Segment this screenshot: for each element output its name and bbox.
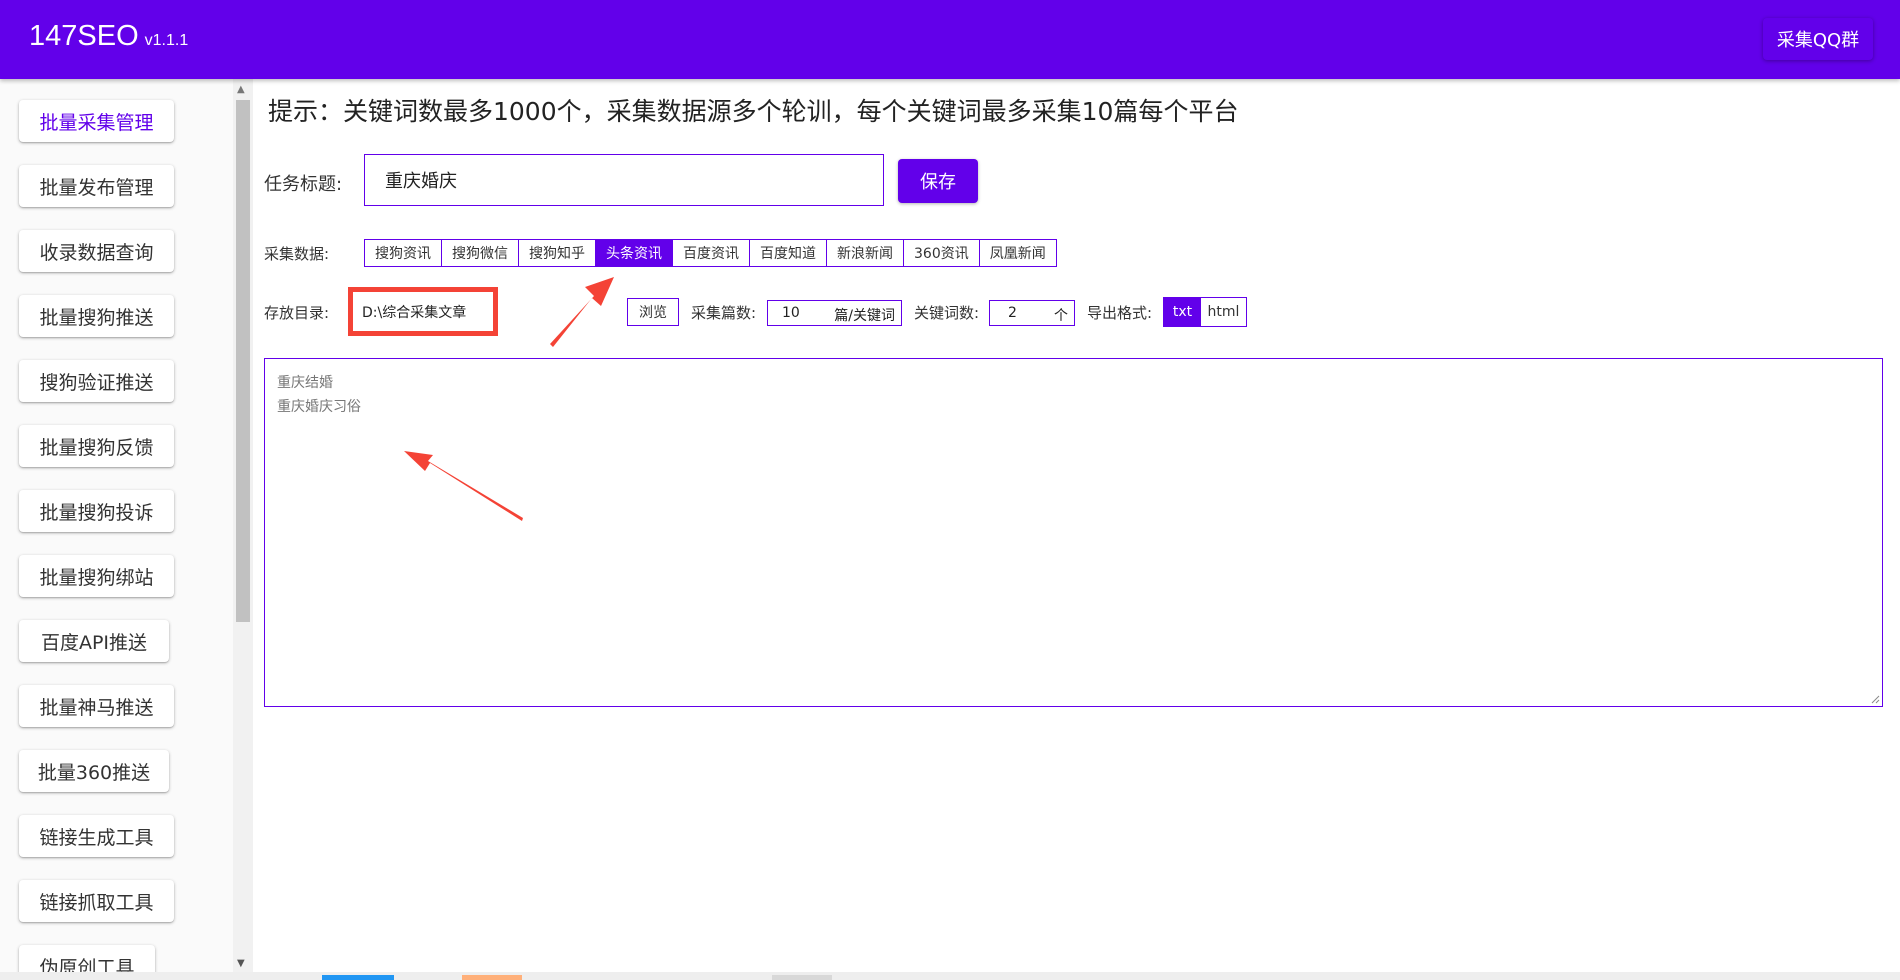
count-field[interactable]: 10 篇/关键词 <box>767 300 902 326</box>
dir-label: 存放目录: <box>264 304 330 322</box>
sidebar-item-link-generator[interactable]: 链接生成工具 <box>19 815 174 857</box>
sidebar-item-sogou-verify-push[interactable]: 搜狗验证推送 <box>19 360 174 402</box>
source-selector: 搜狗资讯 搜狗微信 搜狗知乎 头条资讯 百度资讯 百度知道 新浪新闻 360资讯… <box>364 239 1057 267</box>
sidebar-scrollbar-thumb[interactable] <box>236 100 250 622</box>
qq-group-button[interactable]: 采集QQ群 <box>1763 18 1873 60</box>
format-label: 导出格式: <box>1087 304 1153 322</box>
sidebar-item-sogou-complaint[interactable]: 批量搜狗投诉 <box>19 490 174 532</box>
scroll-up-arrow-icon[interactable]: ▲ <box>237 84 245 95</box>
browse-button[interactable]: 浏览 <box>627 298 679 326</box>
source-option-sogou-zhihu[interactable]: 搜狗知乎 <box>519 240 596 266</box>
sidebar-item-sogou-push[interactable]: 批量搜狗推送 <box>19 295 174 337</box>
source-label: 采集数据: <box>264 245 330 263</box>
sidebar-item-link-scraper[interactable]: 链接抓取工具 <box>19 880 174 922</box>
source-option-toutiao-news[interactable]: 头条资讯 <box>596 240 673 266</box>
keyword-count-unit: 个 <box>1054 308 1068 324</box>
sidebar-item-shenma-push[interactable]: 批量神马推送 <box>19 685 174 727</box>
count-label: 采集篇数: <box>691 304 757 322</box>
keyword-count-value[interactable]: 2 <box>990 305 1017 321</box>
format-option-txt[interactable]: txt <box>1164 298 1201 326</box>
keyword-count-field[interactable]: 2 个 <box>989 300 1075 326</box>
bottom-strip <box>0 972 1900 980</box>
format-option-html[interactable]: html <box>1201 298 1246 326</box>
sidebar-item-360-push[interactable]: 批量360推送 <box>19 750 169 792</box>
sidebar-item-sogou-feedback[interactable]: 批量搜狗反馈 <box>19 425 174 467</box>
count-value[interactable]: 10 <box>768 305 800 321</box>
keyword-count-label: 关键词数: <box>914 304 980 322</box>
sidebar-item-sogou-bind[interactable]: 批量搜狗绑站 <box>19 555 174 597</box>
bottom-strip-segment <box>322 975 394 980</box>
hint-text: 提示：关键词数最多1000个，采集数据源多个轮训，每个关键词最多采集10篇每个平… <box>268 97 1239 126</box>
app-header: 147SEO v1.1.1 采集QQ群 <box>0 0 1900 79</box>
sidebar-nav: 批量采集管理 批量发布管理 收录数据查询 批量搜狗推送 搜狗验证推送 批量搜狗反… <box>0 79 233 980</box>
sidebar-item-batch-publish[interactable]: 批量发布管理 <box>19 165 174 207</box>
keyword-line: 重庆结婚 <box>277 375 333 391</box>
save-button[interactable]: 保存 <box>898 159 978 203</box>
app-name: 147SEO <box>29 20 139 52</box>
source-option-360-news[interactable]: 360资讯 <box>904 240 980 266</box>
source-option-ifeng-news[interactable]: 凤凰新闻 <box>979 240 1056 266</box>
source-option-baidu-zhidao[interactable]: 百度知道 <box>750 240 827 266</box>
format-selector: txt html <box>1163 297 1247 327</box>
keywords-textarea[interactable]: 重庆结婚 重庆婚庆习俗 <box>264 358 1883 707</box>
resize-grip-icon[interactable] <box>1870 694 1880 704</box>
source-option-baidu-news[interactable]: 百度资讯 <box>673 240 750 266</box>
count-unit: 篇/关键词 <box>834 308 895 324</box>
dir-path-field[interactable]: D:\综合采集文章 <box>362 302 466 322</box>
sidebar-item-batch-collect[interactable]: 批量采集管理 <box>19 100 174 142</box>
task-title-label: 任务标题: <box>264 174 343 195</box>
app-logo: 147SEO v1.1.1 <box>29 20 188 53</box>
task-title-input[interactable] <box>364 154 884 206</box>
bottom-strip-segment <box>462 975 522 980</box>
source-option-sina-news[interactable]: 新浪新闻 <box>827 240 904 266</box>
keyword-line: 重庆婚庆习俗 <box>277 399 361 415</box>
sidebar-item-baidu-api-push[interactable]: 百度API推送 <box>19 620 169 662</box>
bottom-strip-segment <box>772 975 832 980</box>
source-option-sogou-wechat[interactable]: 搜狗微信 <box>442 240 519 266</box>
sidebar-item-index-query[interactable]: 收录数据查询 <box>19 230 174 272</box>
source-option-sogou-news[interactable]: 搜狗资讯 <box>365 240 442 266</box>
scroll-down-arrow-icon[interactable]: ▼ <box>237 958 245 969</box>
app-version: v1.1.1 <box>144 32 189 49</box>
